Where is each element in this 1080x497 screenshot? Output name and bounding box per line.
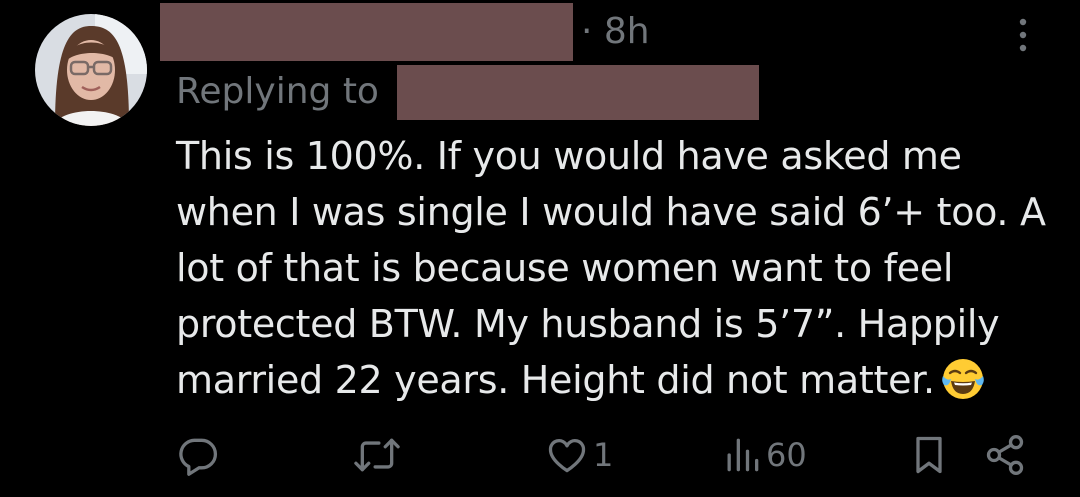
views-button[interactable]: 60: [722, 430, 807, 480]
avatar[interactable]: [35, 14, 147, 126]
face-with-tears-of-joy-icon: [941, 358, 984, 399]
tweet-timestamp[interactable]: · 8h: [581, 7, 650, 57]
redacted-author-name: [160, 3, 573, 61]
retweet-icon: [354, 438, 400, 472]
avatar-image: [35, 14, 147, 126]
share-icon: [986, 435, 1024, 475]
like-count: 1: [593, 436, 614, 474]
reply-icon: [179, 438, 218, 476]
share-button[interactable]: [983, 430, 1027, 480]
heart-icon: [548, 439, 586, 473]
reply-button[interactable]: [176, 430, 220, 480]
views-icon: [727, 438, 759, 472]
views-count: 60: [766, 436, 807, 474]
bookmark-icon: [916, 436, 942, 474]
tweet-body: This is 100%. If you would have asked me…: [176, 134, 1046, 402]
retweet-button[interactable]: [352, 430, 402, 480]
redacted-reply-handle: [397, 65, 759, 120]
more-options-icon[interactable]: [1012, 14, 1034, 58]
tweet-text: This is 100%. If you would have asked me…: [176, 128, 1056, 408]
bookmark-button[interactable]: [909, 430, 949, 480]
like-button[interactable]: 1: [545, 430, 613, 480]
replying-to-label: Replying to: [176, 71, 379, 112]
tweet-action-bar: 1 60: [0, 430, 1080, 480]
